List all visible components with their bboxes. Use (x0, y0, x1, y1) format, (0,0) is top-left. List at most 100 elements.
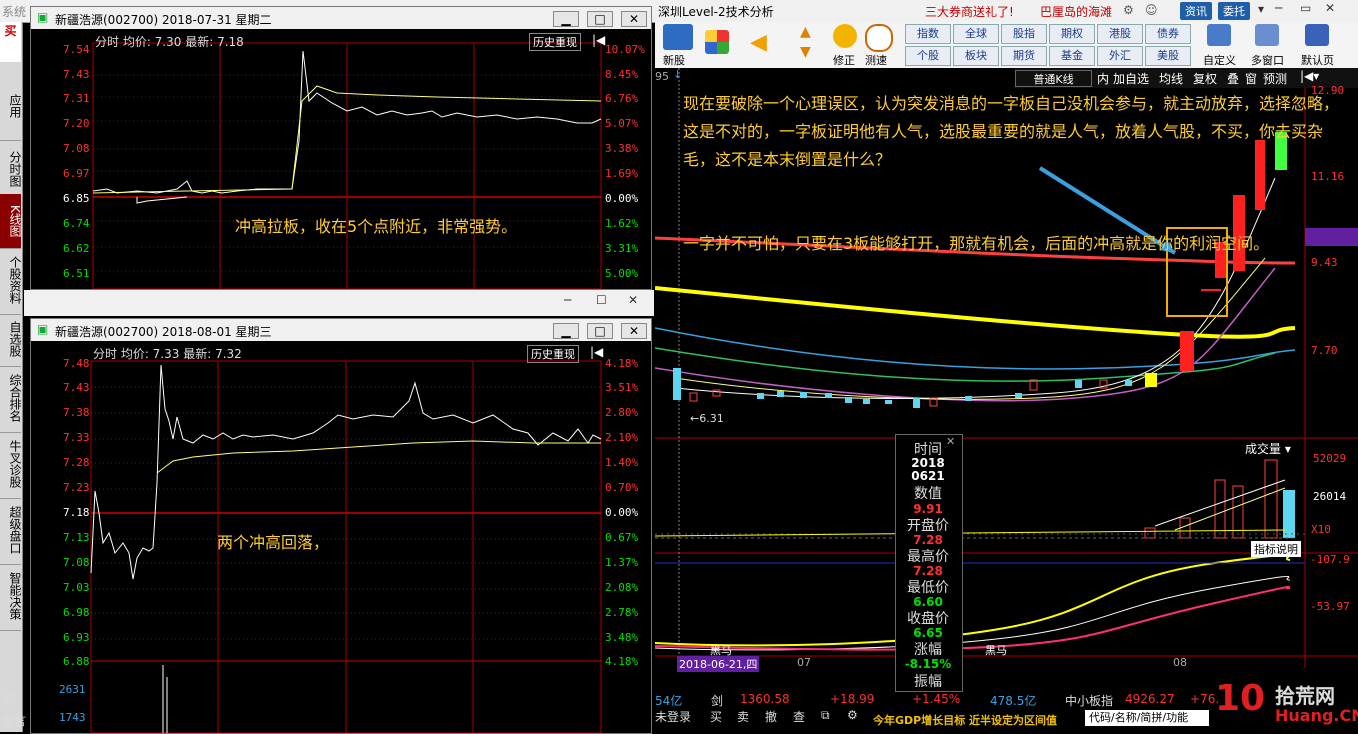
status-sell-button[interactable]: 卖 (737, 708, 749, 725)
login-status[interactable]: 未登录 (655, 708, 691, 725)
kline-nav-icon[interactable]: |◀▾ (1300, 69, 1319, 83)
y-left-1: 7.43 (63, 68, 90, 81)
kline-btn-add-watch[interactable]: 加自选 (1113, 70, 1149, 87)
grid-btn-global[interactable]: 全球 (953, 24, 999, 44)
back-arrow-icon[interactable]: ◀ (750, 30, 767, 55)
custom-icon[interactable] (1207, 24, 1231, 46)
status-buy-button[interactable]: 买 (710, 708, 722, 725)
sidebar-item-diagnosis[interactable]: 牛叉诊股 (0, 430, 22, 499)
default-page-icon[interactable] (1305, 24, 1329, 46)
settings-icon[interactable]: ⚙ (1123, 3, 1134, 17)
kline-btn-ma[interactable]: 均线 (1159, 70, 1183, 87)
sidebar-item-super-board[interactable]: 超级盘口 (0, 496, 22, 565)
sidebar-item-stock-info[interactable]: 个股资料 (0, 246, 22, 315)
grid-btn-options[interactable]: 期权 (1049, 24, 1095, 44)
buy-tab-cut[interactable]: 买 (0, 22, 21, 62)
status-cancel-button[interactable]: 撤 (765, 708, 777, 725)
settings-gear-icon[interactable]: ⚙ (847, 708, 858, 722)
down-arrow-icon[interactable]: ▼ (800, 44, 811, 60)
watermark-text: 拾荒网 (1275, 684, 1335, 708)
dropdown-icon[interactable]: ▾ (1258, 2, 1264, 16)
sidebar-item-apps[interactable]: 应用 (0, 72, 22, 141)
grid-btn-stock[interactable]: 个股 (905, 46, 951, 66)
kline-btn-predict[interactable]: 预测 (1263, 70, 1287, 87)
toolbar-label-multi: 多窗口 (1251, 54, 1284, 67)
user-icon[interactable]: ☺ (1145, 3, 1158, 17)
history-replay-button[interactable]: 历史重现 (529, 33, 581, 51)
fix-icon[interactable] (833, 24, 857, 48)
minimize-icon[interactable]: ─ (1275, 1, 1282, 15)
timeshare-window-0801: ▣ 新疆浩源(002700) 2018-08-01 星期三 ▁ □ ✕ 分时 均… (30, 318, 652, 734)
status-bar: 54亿 剑 1360.58 +18.99 +1.45% 478.5亿 中小板指 … (655, 678, 1358, 732)
kline-type-select[interactable]: 普通K线 (1015, 70, 1092, 87)
grid-btn-sector[interactable]: 板块 (953, 46, 999, 66)
minimize-button[interactable]: ▁ (553, 11, 579, 27)
crosshair-date-tag: 2018-06-21,四 (677, 656, 760, 672)
y-right-12: 4.18% (605, 655, 639, 668)
status-query-button[interactable]: 查 (793, 708, 805, 725)
history-replay-button[interactable]: 历史重现 (527, 345, 579, 363)
y-left-3: 7.20 (63, 117, 90, 130)
window-icon[interactable]: ⧉ (821, 708, 830, 723)
code-search-input[interactable]: 代码/名称/简拼/功能 (1085, 710, 1209, 726)
promo-link-2[interactable]: 巴厘岛的海滩 (1040, 3, 1112, 20)
close-icon[interactable]: ✕ (1325, 1, 1335, 15)
window-title: 新疆浩源(002700) 2018-08-01 星期三 (55, 325, 272, 339)
y-right-10: 2.78% (605, 606, 639, 619)
outer-maximize-icon[interactable]: ☐ (596, 293, 607, 307)
sidebar-item-kline[interactable]: K线图 (0, 194, 22, 249)
annotation-0731: 冲高拉板，收在5个点附近，非常强势。 (235, 217, 518, 236)
maximize-button[interactable]: □ (587, 11, 613, 27)
grid-btn-index[interactable]: 指数 (905, 24, 951, 44)
volume-select[interactable]: 成交量 ▾ (1245, 440, 1291, 457)
promo-link[interactable]: 三大券商送礼了! (925, 3, 1014, 20)
y-left-7: 6.74 (63, 217, 90, 230)
grid-btn-funds[interactable]: 基金 (1049, 46, 1095, 66)
watermark-number: 10 (1215, 678, 1266, 719)
y-left-8: 6.62 (63, 242, 90, 255)
kline-btn-adjust[interactable]: 复权 (1193, 70, 1217, 87)
trust-button[interactable]: 委托 (1218, 2, 1250, 20)
toolbar-label-default: 默认页 (1301, 54, 1334, 67)
kline-btn-overlay[interactable]: 叠 (1227, 70, 1239, 87)
sidebar-item-ranking[interactable]: 综合排名 (0, 364, 22, 433)
grid-btn-bonds[interactable]: 债券 (1145, 24, 1191, 44)
outer-close-icon[interactable]: ✕ (628, 293, 638, 307)
ind-axis-2: -53.97 (1310, 600, 1350, 613)
nav-icon[interactable]: |◀ (592, 33, 605, 47)
grid-btn-forex[interactable]: 外汇 (1097, 46, 1143, 66)
maximize-icon[interactable]: ▭ (1300, 1, 1311, 15)
kline-toolbar: 普通K线 内 加自选 均线 复权 叠 窗 预测 |◀▾ (1015, 68, 1358, 88)
minimize-button[interactable]: ▁ (553, 323, 579, 339)
grid-btn-hk[interactable]: 港股 (1097, 24, 1143, 44)
close-button[interactable]: ✕ (621, 323, 647, 339)
multi-window-icon[interactable] (1255, 24, 1279, 46)
new-stock-icon[interactable] (663, 24, 693, 50)
low-price-mark: ←6.31 (690, 412, 724, 425)
color-grid-icon[interactable] (705, 30, 729, 54)
news-button[interactable]: 资讯 (1180, 2, 1212, 20)
outer-minimize-icon[interactable]: ─ (564, 293, 571, 307)
window-titlebar[interactable]: ▣ 新疆浩源(002700) 2018-07-31 星期二 ▁ □ ✕ (31, 7, 651, 29)
window-titlebar[interactable]: ▣ 新疆浩源(002700) 2018-08-01 星期三 ▁ □ ✕ (31, 319, 651, 341)
grid-btn-index-futures[interactable]: 股指 (1001, 24, 1047, 44)
ind-axis-1: -107.9 (1310, 553, 1350, 566)
kline-btn-inner[interactable]: 内 (1097, 70, 1109, 87)
timeshare-chart-svg (92, 42, 602, 289)
sidebar-item-watchlist[interactable]: 自选股 (0, 312, 22, 367)
y-left-0: 7.48 (63, 357, 90, 370)
sidebar-item-timeshare[interactable]: 分时图 (0, 142, 22, 197)
maximize-button[interactable]: □ (587, 323, 613, 339)
indicator-help-button[interactable]: 指标说明 (1251, 541, 1301, 557)
message-button[interactable]: 留言 (2, 712, 26, 729)
news-ticker[interactable]: 今年GDP增长目标 近半设定为区间值 (873, 712, 1057, 728)
up-arrow-icon[interactable]: ▲ (800, 24, 811, 40)
sidebar-item-smart-decision[interactable]: 智能决策 (0, 562, 22, 631)
close-button[interactable]: ✕ (621, 11, 647, 27)
kline-btn-window[interactable]: 窗 (1245, 70, 1257, 87)
clock-icon[interactable] (865, 24, 893, 52)
grid-btn-us[interactable]: 美股 (1145, 46, 1191, 66)
ticker-amount-1: 54亿 (655, 694, 683, 708)
nav-icon[interactable]: |◀ (590, 345, 603, 359)
grid-btn-futures[interactable]: 期货 (1001, 46, 1047, 66)
